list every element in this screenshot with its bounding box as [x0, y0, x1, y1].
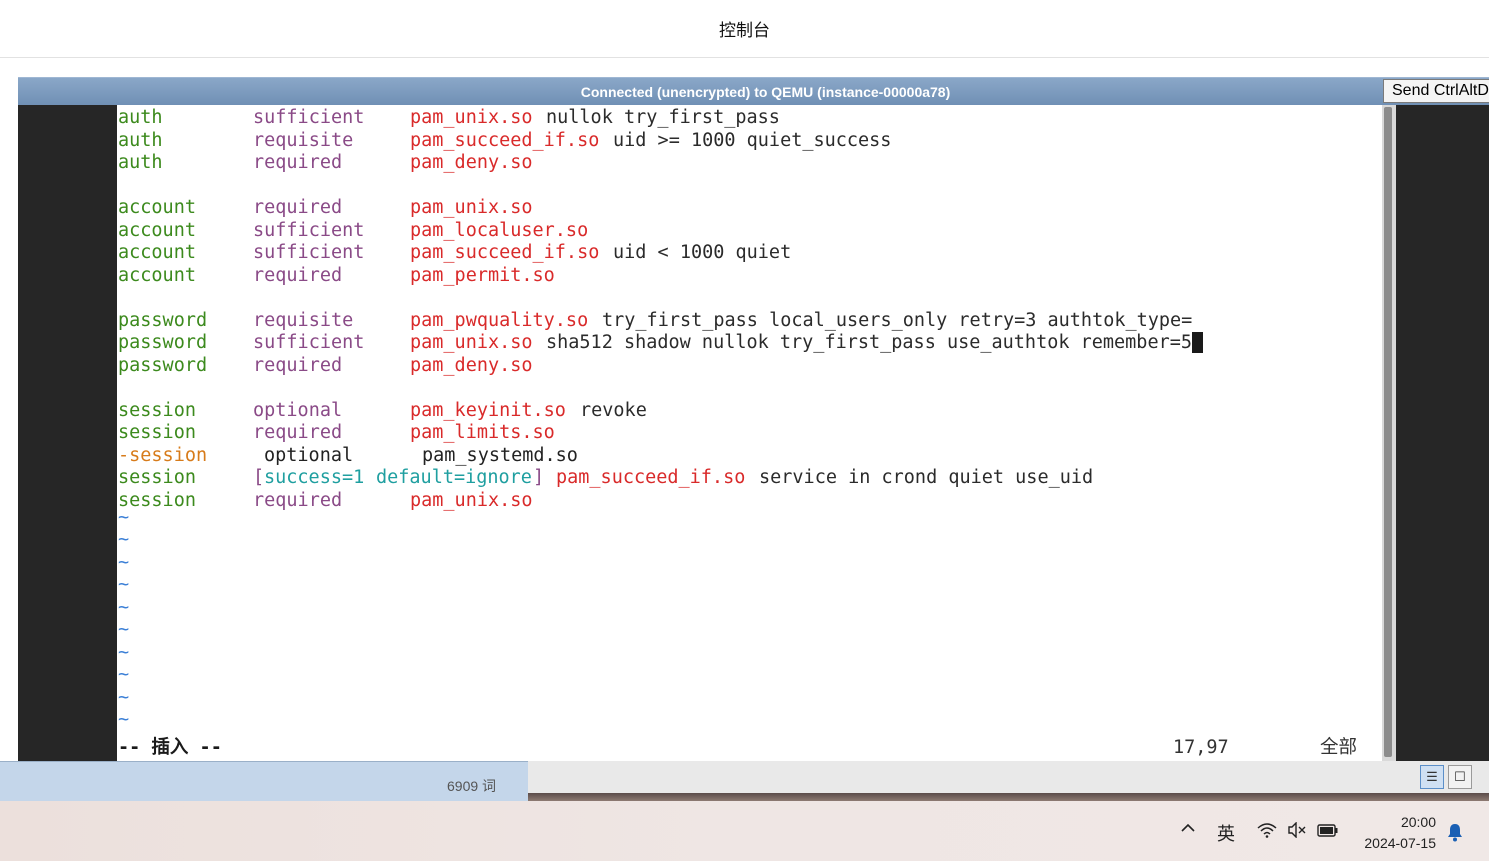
word-count[interactable]: 6909 词 — [447, 776, 496, 796]
empty-line-marker: ~ — [118, 552, 130, 573]
send-ctrl-alt-del-button[interactable]: Send CtrlAltDel — [1383, 79, 1489, 103]
empty-line-marker: ~ — [118, 709, 130, 730]
config-line: session[success=1 default=ignore] pam_succ… — [118, 467, 1094, 488]
empty-line-marker: ~ — [118, 529, 130, 550]
config-line: account sufficient pam_succeed_if.so uid < … — [118, 242, 792, 263]
system-clock[interactable]: 20:00 2024-07-15 — [1358, 812, 1436, 854]
empty-line-marker: ~ — [118, 664, 130, 685]
config-line: auth required pam_deny.so — [118, 152, 533, 173]
config-line: -session optional pam_systemd.so — [118, 445, 578, 466]
text-cursor — [1192, 331, 1204, 353]
ime-indicator[interactable]: 英 — [1217, 820, 1235, 846]
vim-mode-indicator: -- 插入 -- — [118, 737, 222, 758]
empty-line-marker: ~ — [118, 597, 130, 618]
empty-line-marker: ~ — [118, 642, 130, 663]
vnc-terminal-screen[interactable]: auth sufficient pam_unix.so nullok try_firs… — [117, 105, 1382, 761]
scroll-position: 全部 — [1320, 737, 1358, 758]
view-switcher: ☰ ☐ — [1420, 765, 1472, 789]
empty-line-marker: ~ — [118, 687, 130, 708]
notification-bell-icon[interactable] — [1446, 822, 1464, 842]
wifi-icon[interactable] — [1257, 822, 1277, 843]
config-line: auth sufficient pam_unix.so nullok try_firs… — [118, 107, 780, 128]
config-line: auth requisite pam_succeed_if.so uid >= 100… — [118, 130, 892, 151]
config-line: account required pam_permit.so — [118, 265, 555, 286]
config-line: password required pam_deny.so — [118, 355, 533, 376]
console-header: 控制台 — [0, 0, 1489, 58]
document-window-strip — [528, 761, 1489, 801]
config-line: account required pam_unix.so — [118, 197, 533, 218]
vnc-status-bar: Connected (unencrypted) to QEMU (instanc… — [18, 77, 1489, 106]
clock-date: 2024-07-15 — [1364, 835, 1436, 851]
page-title: 控制台 — [719, 21, 770, 40]
config-line: password sufficient pam_unix.so sha512 shad… — [118, 331, 1204, 354]
battery-icon[interactable] — [1317, 822, 1339, 843]
scrollbar-thumb[interactable] — [1384, 107, 1392, 757]
config-line: password requisite pam_pwquality.so try_fir… — [118, 310, 1193, 331]
config-line: session required pam_limits.so — [118, 422, 555, 443]
page-view-icon[interactable]: ☐ — [1448, 765, 1472, 789]
volume-muted-icon[interactable] — [1287, 821, 1307, 843]
config-line: account sufficient pam_localuser.so — [118, 220, 589, 241]
vnc-status-text: Connected (unencrypted) to QEMU (instanc… — [580, 84, 951, 100]
empty-line-marker: ~ — [118, 574, 130, 595]
config-line: session optional pam_keyinit.so revoke — [118, 400, 647, 421]
cursor-position: 17,97 — [1173, 737, 1229, 758]
empty-line-marker: ~ — [118, 507, 130, 528]
config-line: session required pam_unix.so — [118, 490, 533, 511]
vnc-right-border — [1396, 105, 1489, 761]
chevron-up-icon[interactable] — [1180, 820, 1196, 841]
empty-line-marker: ~ — [118, 619, 130, 640]
clock-time: 20:00 — [1400, 814, 1436, 830]
list-view-icon[interactable]: ☰ — [1420, 765, 1444, 789]
vnc-left-border — [18, 105, 117, 761]
